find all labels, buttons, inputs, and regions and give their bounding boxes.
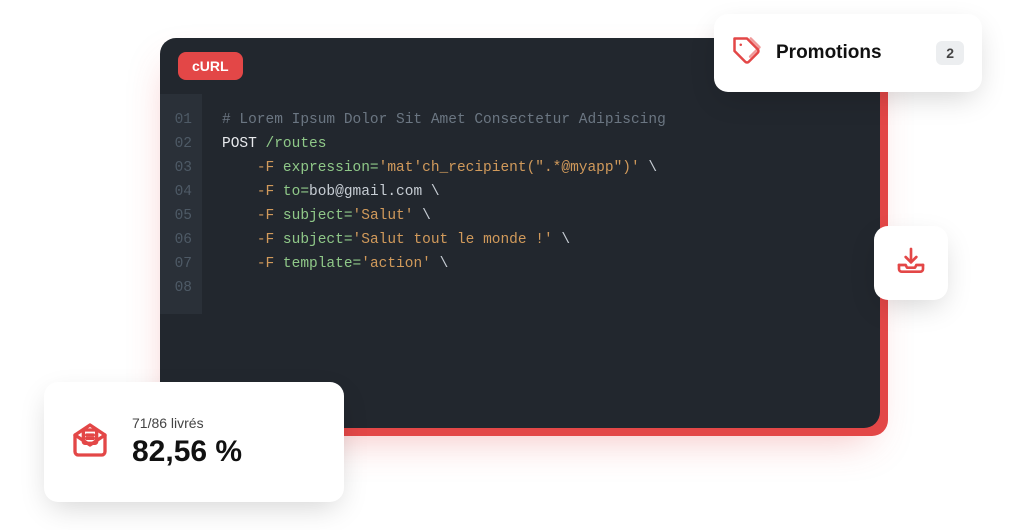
- code-value: 'Salut': [353, 208, 414, 224]
- code-flag: -F: [257, 256, 274, 272]
- stats-text: 71/86 livrés 82,56 %: [132, 415, 242, 469]
- code-value: 'action': [361, 256, 431, 272]
- code-flag: -F: [257, 184, 274, 200]
- code-value: 'Salut tout le monde !': [353, 232, 553, 248]
- promotions-card[interactable]: Promotions 2: [714, 14, 982, 92]
- line-number: 04: [174, 180, 192, 204]
- code-editor-panel: cURL 01 02 03 04 05 06 07 08 # Lorem Ips…: [160, 38, 880, 428]
- open-envelope-icon: [70, 420, 110, 465]
- code-comment: # Lorem Ipsum Dolor Sit Amet Consectetur…: [222, 112, 666, 128]
- code-flag: -F: [257, 160, 274, 176]
- code-value: 'mat'ch_recipient(".*@myapp")': [379, 160, 640, 176]
- line-number-gutter: 01 02 03 04 05 06 07 08: [160, 94, 202, 314]
- line-number: 06: [174, 228, 192, 252]
- promotions-count-badge: 2: [936, 41, 964, 65]
- code-area[interactable]: # Lorem Ipsum Dolor Sit Amet Consectetur…: [202, 94, 686, 314]
- line-number: 08: [174, 276, 192, 300]
- code-http-method: POST: [222, 136, 257, 152]
- code-param: template=: [283, 256, 361, 272]
- tag-icon: [732, 36, 762, 71]
- line-number: 02: [174, 132, 192, 156]
- editor-body: 01 02 03 04 05 06 07 08 # Lorem Ipsum Do…: [160, 94, 880, 314]
- promotions-label: Promotions: [776, 42, 922, 64]
- code-flag: -F: [257, 232, 274, 248]
- language-tab-curl[interactable]: cURL: [178, 52, 243, 80]
- delivery-stats-card[interactable]: 71/86 livrés 82,56 %: [44, 382, 344, 502]
- code-route-path: /routes: [266, 136, 327, 152]
- delivery-count-label: 71/86 livrés: [132, 415, 242, 431]
- code-continuation: \: [413, 208, 430, 224]
- code-param: subject=: [283, 208, 353, 224]
- code-flag: -F: [257, 208, 274, 224]
- code-param: to=: [283, 184, 309, 200]
- download-tray-icon: [895, 245, 927, 282]
- code-value: bob@gmail.com: [309, 184, 422, 200]
- code-param: expression=: [283, 160, 379, 176]
- line-number: 07: [174, 252, 192, 276]
- code-param: subject=: [283, 232, 353, 248]
- line-number: 01: [174, 108, 192, 132]
- download-chip[interactable]: [874, 226, 948, 300]
- line-number: 05: [174, 204, 192, 228]
- code-continuation: \: [553, 232, 570, 248]
- line-number: 03: [174, 156, 192, 180]
- code-continuation: \: [431, 256, 448, 272]
- delivery-percentage: 82,56 %: [132, 435, 242, 469]
- code-continuation: \: [422, 184, 439, 200]
- code-continuation: \: [640, 160, 657, 176]
